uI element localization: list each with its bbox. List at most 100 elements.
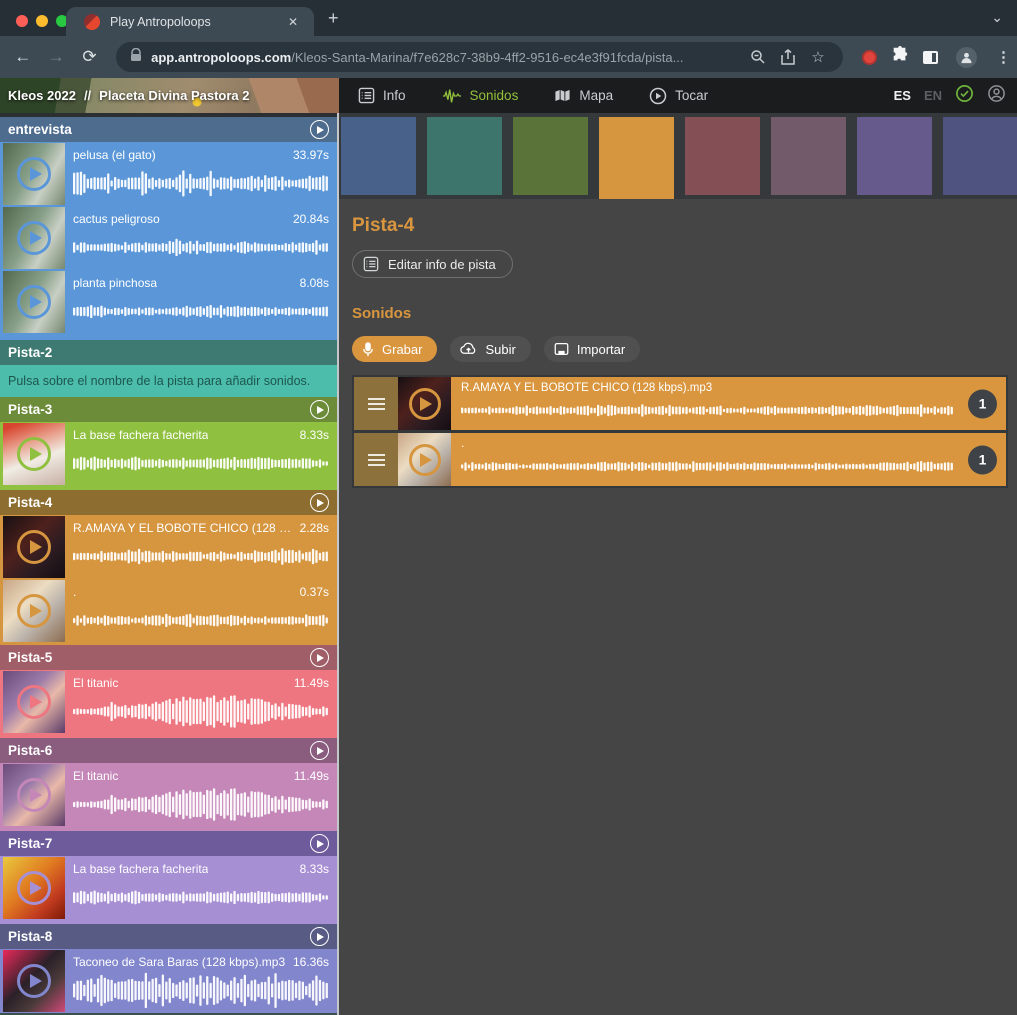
play-overlay-icon[interactable] bbox=[17, 285, 51, 319]
track-name[interactable]: Pista-5 bbox=[8, 650, 52, 665]
sound-row[interactable]: cactus peligroso20.84s bbox=[0, 206, 337, 270]
language-es[interactable]: ES bbox=[894, 88, 911, 103]
browser-tab[interactable]: Play Antropoloops ✕ bbox=[66, 7, 314, 36]
track-name[interactable]: Pista-2 bbox=[8, 345, 52, 360]
language-en[interactable]: EN bbox=[924, 88, 942, 103]
sound-row[interactable]: .0.37s bbox=[0, 579, 337, 643]
sound-thumbnail[interactable] bbox=[398, 377, 451, 430]
track-play-icon[interactable] bbox=[310, 927, 329, 946]
play-overlay-icon[interactable] bbox=[409, 388, 441, 420]
track-swatch-8[interactable] bbox=[943, 117, 1017, 195]
track-swatch-6[interactable] bbox=[771, 117, 846, 195]
sound-thumbnail[interactable] bbox=[3, 764, 65, 826]
nav-item-info[interactable]: Info bbox=[358, 87, 406, 104]
track-play-icon[interactable] bbox=[310, 120, 329, 139]
track-header[interactable]: Pista-8 bbox=[0, 924, 337, 949]
sound-thumbnail[interactable] bbox=[3, 423, 65, 485]
sound-name[interactable]: R.AMAYA Y EL BOBOTE CHICO (128 kbps).... bbox=[73, 521, 294, 535]
sound-thumbnail[interactable] bbox=[3, 950, 65, 1012]
play-overlay-icon[interactable] bbox=[17, 594, 51, 628]
track-name[interactable]: entrevista bbox=[8, 122, 72, 137]
track-name[interactable]: Pista-8 bbox=[8, 929, 52, 944]
track-header[interactable]: Pista-3 bbox=[0, 397, 337, 422]
sound-row[interactable]: La base fachera facherita8.33s bbox=[0, 856, 337, 920]
sound-item-row[interactable]: R.AMAYA Y EL BOBOTE CHICO (128 kbps).mp3… bbox=[354, 377, 1006, 430]
track-play-icon[interactable] bbox=[310, 834, 329, 853]
sound-thumbnail[interactable] bbox=[3, 671, 65, 733]
close-window-button[interactable] bbox=[16, 15, 28, 27]
sound-name[interactable]: El titanic bbox=[73, 676, 118, 690]
sound-thumbnail[interactable] bbox=[3, 207, 65, 269]
browser-menu-icon[interactable]: ⋮ bbox=[996, 48, 1011, 66]
play-overlay-icon[interactable] bbox=[17, 437, 51, 471]
back-button[interactable]: ← bbox=[6, 47, 39, 67]
sound-row[interactable]: El titanic11.49s bbox=[0, 763, 337, 827]
sound-thumbnail[interactable] bbox=[398, 433, 451, 486]
sound-waveform[interactable] bbox=[73, 229, 329, 266]
drag-handle[interactable] bbox=[354, 433, 398, 486]
address-bar[interactable]: app.antropoloops.com/Kleos-Santa-Marina/… bbox=[116, 42, 843, 72]
track-header[interactable]: Pista-4 bbox=[0, 490, 337, 515]
play-overlay-icon[interactable] bbox=[17, 685, 51, 719]
minimize-window-button[interactable] bbox=[36, 15, 48, 27]
sound-name[interactable]: El titanic bbox=[73, 769, 118, 783]
track-swatch-3[interactable] bbox=[513, 117, 588, 195]
sound-name[interactable]: . bbox=[73, 585, 76, 599]
breadcrumb[interactable]: Kleos 2022 // Placeta Divina Pastora 2 bbox=[8, 78, 249, 113]
sound-name[interactable]: pelusa (el gato) bbox=[73, 148, 156, 162]
forward-button[interactable]: → bbox=[39, 47, 72, 67]
zoom-icon[interactable] bbox=[743, 49, 773, 65]
sound-thumbnail[interactable] bbox=[3, 143, 65, 205]
sound-waveform[interactable] bbox=[73, 165, 329, 202]
track-name[interactable]: Pista-4 bbox=[8, 495, 52, 510]
track-swatch-1[interactable] bbox=[341, 117, 416, 195]
breadcrumb-project[interactable]: Kleos 2022 bbox=[8, 88, 76, 103]
sound-waveform[interactable] bbox=[461, 397, 954, 424]
breadcrumb-page[interactable]: Placeta Divina Pastora 2 bbox=[99, 88, 249, 103]
nav-item-mapa[interactable]: Mapa bbox=[554, 87, 613, 104]
sound-name[interactable]: planta pinchosa bbox=[73, 276, 157, 290]
sound-name[interactable]: Taconeo de Sara Baras (128 kbps).mp3 bbox=[73, 955, 285, 969]
sync-check-icon[interactable] bbox=[955, 84, 974, 108]
sound-thumbnail[interactable] bbox=[3, 857, 65, 919]
sound-name[interactable]: La base fachera facherita bbox=[73, 862, 208, 876]
play-overlay-icon[interactable] bbox=[17, 530, 51, 564]
sound-waveform[interactable] bbox=[73, 445, 329, 482]
sound-thumbnail[interactable] bbox=[3, 580, 65, 642]
reload-button[interactable]: ⟳ bbox=[73, 47, 106, 67]
import-button[interactable]: Importar bbox=[544, 336, 640, 362]
track-name[interactable]: Pista-7 bbox=[8, 836, 52, 851]
track-swatch-7[interactable] bbox=[857, 117, 932, 195]
sound-item-row[interactable]: . 1 bbox=[354, 433, 1006, 486]
record-button[interactable]: Grabar bbox=[352, 336, 437, 362]
profile-avatar[interactable] bbox=[956, 47, 977, 68]
sound-thumbnail[interactable] bbox=[3, 271, 65, 333]
play-overlay-icon[interactable] bbox=[17, 778, 51, 812]
track-header[interactable]: entrevista bbox=[0, 117, 337, 142]
extensions-puzzle-icon[interactable] bbox=[891, 46, 909, 69]
sound-row[interactable]: planta pinchosa8.08s bbox=[0, 270, 337, 334]
track-swatch-2[interactable] bbox=[427, 117, 502, 195]
close-tab-icon[interactable]: ✕ bbox=[284, 13, 302, 31]
track-header[interactable]: Pista-6 bbox=[0, 738, 337, 763]
sound-name[interactable]: La base fachera facherita bbox=[73, 428, 208, 442]
sound-waveform[interactable] bbox=[461, 453, 954, 480]
sound-row[interactable]: Taconeo de Sara Baras (128 kbps).mp316.3… bbox=[0, 949, 337, 1013]
track-play-icon[interactable] bbox=[310, 493, 329, 512]
track-play-icon[interactable] bbox=[310, 648, 329, 667]
edit-track-info-button[interactable]: Editar info de pista bbox=[352, 250, 513, 278]
sound-waveform[interactable] bbox=[73, 693, 329, 730]
account-icon[interactable] bbox=[987, 84, 1006, 108]
track-swatch-4-selected[interactable] bbox=[599, 117, 674, 199]
play-overlay-icon[interactable] bbox=[17, 157, 51, 191]
side-panel-icon[interactable] bbox=[923, 51, 938, 64]
new-tab-button[interactable]: + bbox=[328, 8, 339, 29]
sound-name[interactable]: cactus peligroso bbox=[73, 212, 160, 226]
sound-thumbnail[interactable] bbox=[3, 516, 65, 578]
record-indicator-icon[interactable] bbox=[862, 50, 877, 65]
sound-waveform[interactable] bbox=[73, 293, 329, 330]
sound-waveform[interactable] bbox=[73, 538, 329, 575]
share-icon[interactable] bbox=[773, 49, 803, 65]
sound-row[interactable]: La base fachera facherita8.33s bbox=[0, 422, 337, 486]
play-overlay-icon[interactable] bbox=[17, 871, 51, 905]
